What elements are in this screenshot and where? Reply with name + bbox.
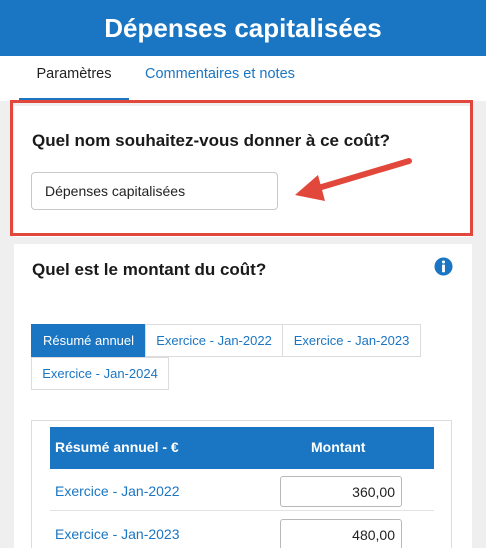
tab-bar: Paramètres Commentaires et notes [0,56,486,101]
amount-question: Quel est le montant du coût? [32,260,267,279]
tab-commentaires[interactable]: Commentaires et notes [145,56,295,101]
page-title: Dépenses capitalisées [0,0,486,56]
period-tab-resume[interactable]: Résumé annuel [31,324,146,357]
amount-input[interactable] [280,519,402,548]
period-tab-jan-2022[interactable]: Exercice - Jan-2022 [145,324,283,357]
column-header-resume: Résumé annuel - € [55,439,179,455]
tab-parametres[interactable]: Paramètres [19,56,129,101]
table-row: Exercice - Jan-2022 [50,469,434,511]
red-arrow-icon [295,158,412,201]
row-label[interactable]: Exercice - Jan-2022 [55,483,180,499]
period-tab-jan-2024[interactable]: Exercice - Jan-2024 [31,357,169,390]
amount-input[interactable] [280,476,402,507]
name-question: Quel nom souhaitez-vous donner à ce coût… [32,131,390,150]
cost-name-input[interactable] [31,172,278,210]
period-tab-jan-2023[interactable]: Exercice - Jan-2023 [282,324,421,357]
info-icon[interactable] [434,257,453,276]
row-label[interactable]: Exercice - Jan-2023 [55,526,180,542]
amount-card: Quel est le montant du coût? Résumé annu… [14,244,472,548]
column-header-montant: Montant [311,439,366,455]
table-row: Exercice - Jan-2023 [50,511,434,548]
amount-table: Résumé annuel - € Montant Exercice - Jan… [31,420,452,548]
table-header: Résumé annuel - € Montant [50,427,434,469]
